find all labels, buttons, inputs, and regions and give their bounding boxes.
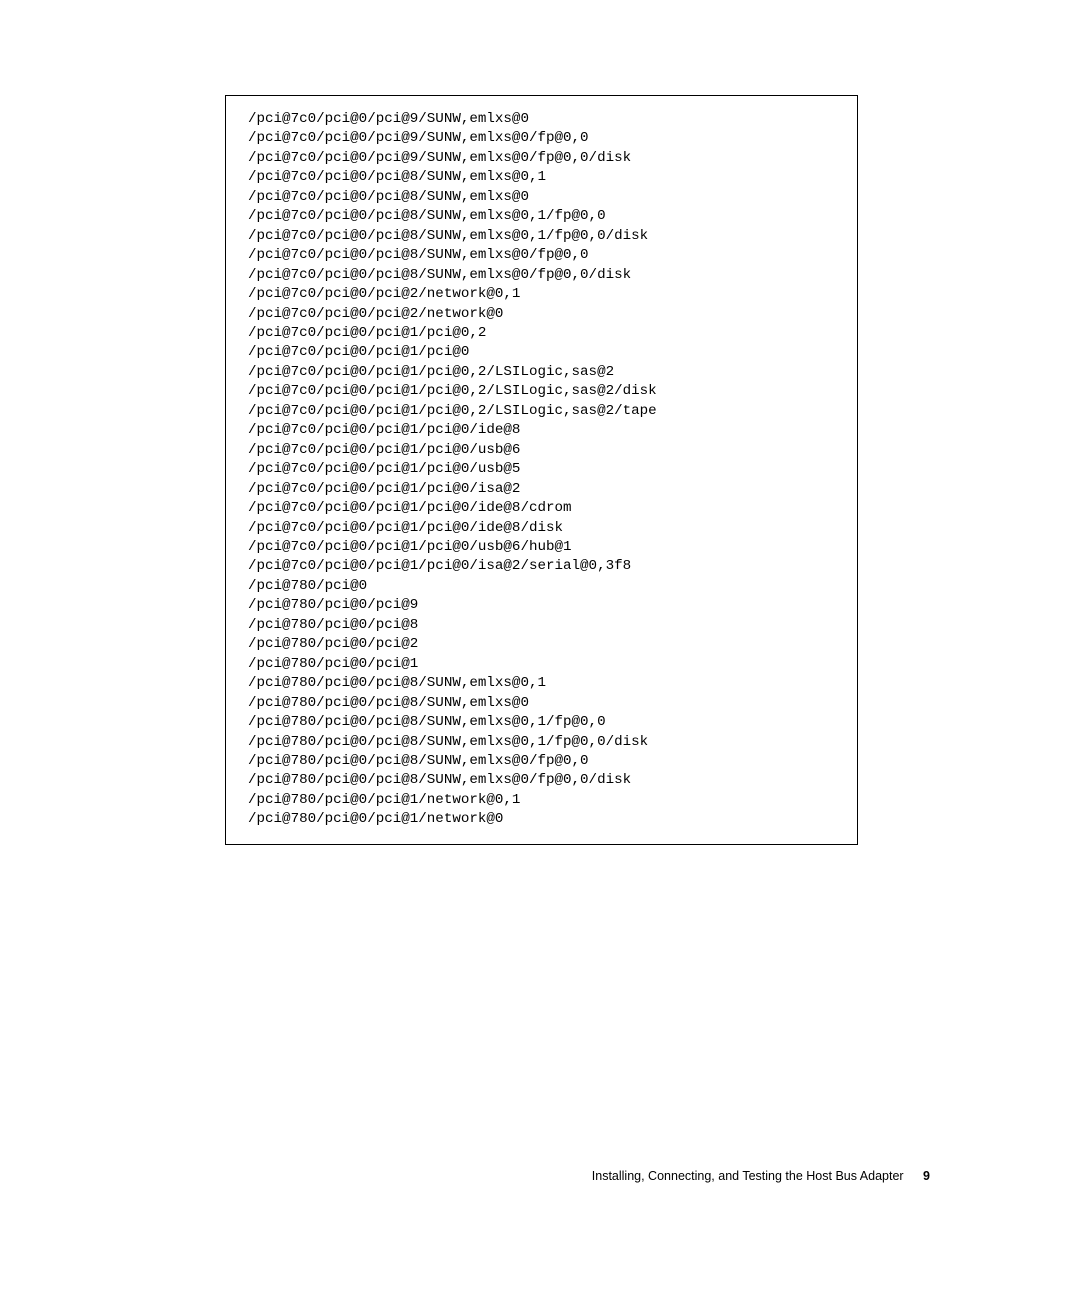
page-number: 9: [923, 1169, 930, 1183]
page-footer: Installing, Connecting, and Testing the …: [592, 1169, 930, 1183]
code-content: /pci@7c0/pci@0/pci@9/SUNW,emlxs@0 /pci@7…: [248, 110, 835, 830]
footer-text: Installing, Connecting, and Testing the …: [592, 1169, 904, 1183]
code-block: /pci@7c0/pci@0/pci@9/SUNW,emlxs@0 /pci@7…: [225, 95, 858, 845]
